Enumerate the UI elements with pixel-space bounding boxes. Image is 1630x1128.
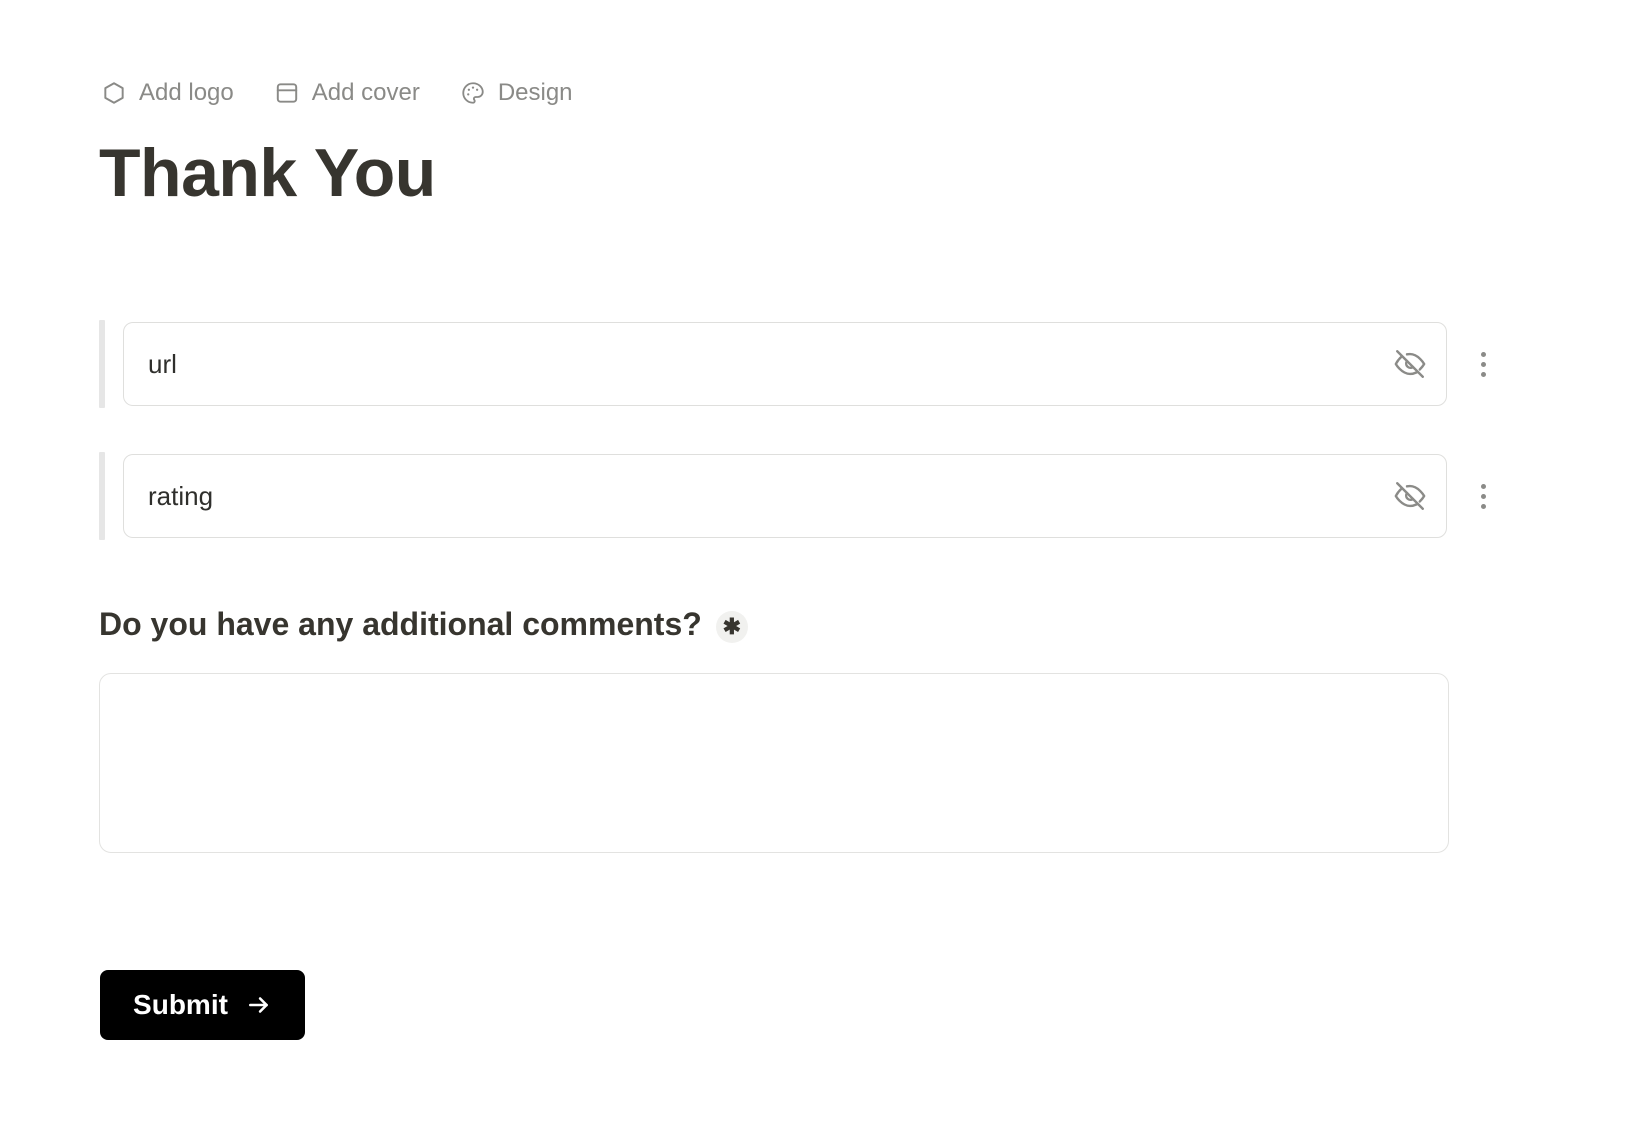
submit-button-label: Submit [133, 989, 228, 1020]
url-field-menu-button[interactable] [1463, 344, 1503, 384]
add-logo-label: Add logo [139, 79, 234, 106]
question-label: Do you have any additional comments? [99, 606, 702, 642]
rating-field-menu-button[interactable] [1463, 476, 1503, 516]
submit-button[interactable]: Submit [100, 970, 305, 1040]
page-title: Thank You [99, 135, 436, 211]
kebab-dot [1480, 493, 1486, 499]
add-cover-label: Add cover [311, 79, 420, 106]
additional-comments-textarea[interactable] [99, 673, 1449, 853]
form-field-row-url [99, 320, 1491, 408]
required-badge: ✱ [715, 610, 748, 643]
form-header-toolbar: Add logo Add cover Design [101, 74, 573, 112]
eye-off-icon[interactable] [1393, 479, 1427, 513]
add-logo-button[interactable]: Add logo [101, 80, 234, 106]
panel-top-icon [274, 80, 300, 106]
url-field-input[interactable] [123, 322, 1447, 406]
field-drag-marker[interactable] [99, 452, 105, 540]
rating-field-input[interactable] [123, 454, 1447, 538]
add-cover-button[interactable]: Add cover [274, 80, 420, 106]
kebab-dot [1480, 503, 1486, 509]
design-button[interactable]: Design [460, 80, 573, 106]
rating-field-wrapper [123, 454, 1447, 538]
kebab-dot [1480, 361, 1486, 367]
kebab-dot [1480, 483, 1486, 489]
kebab-dot [1480, 371, 1486, 377]
url-field-wrapper [123, 322, 1447, 406]
palette-icon [460, 80, 486, 106]
hexagon-icon [101, 80, 127, 106]
form-builder-page: Add logo Add cover Design Thank You url … [0, 0, 1630, 1128]
form-field-row-rating [99, 452, 1491, 540]
arrow-right-icon [246, 992, 272, 1018]
question-label-row: Do you have any additional comments? ✱ [99, 604, 748, 646]
design-label: Design [497, 79, 573, 106]
eye-off-icon[interactable] [1393, 347, 1427, 381]
field-drag-marker[interactable] [99, 320, 105, 408]
kebab-dot [1480, 351, 1486, 357]
